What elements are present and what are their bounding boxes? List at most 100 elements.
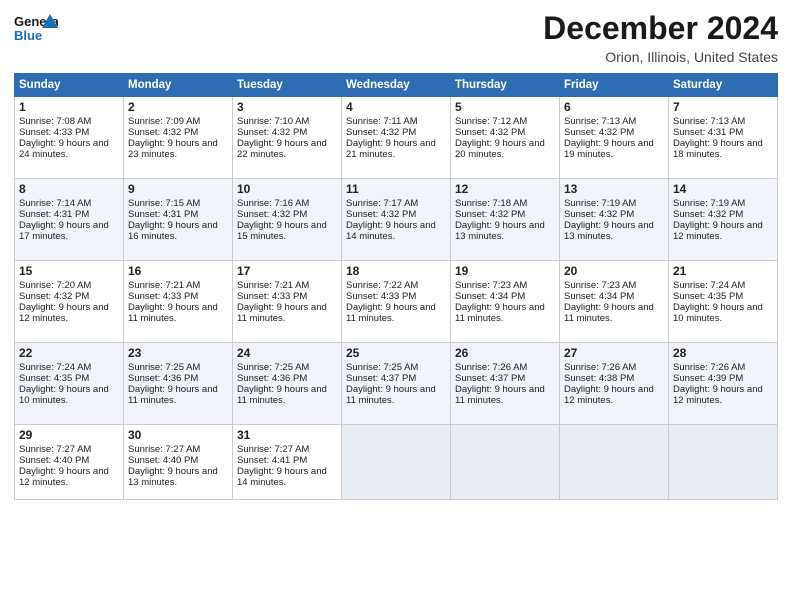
sunset-text: Sunset: 4:32 PM: [128, 127, 198, 138]
calendar-cell: 26Sunrise: 7:26 AMSunset: 4:37 PMDayligh…: [451, 343, 560, 425]
day-header-friday: Friday: [560, 74, 669, 97]
daylight-text: Daylight: 9 hours and 14 minutes.: [237, 466, 327, 488]
sunrise-text: Sunrise: 7:08 AM: [19, 116, 91, 127]
calendar-cell: 15 Sunrise: 7:20 AMSunset: 4:32 PMDayligh…: [15, 261, 124, 343]
calendar-cell: 11Sunrise: 7:17 AMSunset: 4:32 PMDayligh…: [342, 179, 451, 261]
day-number: 18: [346, 264, 446, 278]
days-header-row: SundayMondayTuesdayWednesdayThursdayFrid…: [15, 74, 778, 97]
sunset-text: Sunset: 4:33 PM: [19, 127, 89, 138]
day-number: 24: [237, 346, 337, 360]
day-number: 19: [455, 264, 555, 278]
sunset-text: Sunset: 4:33 PM: [237, 291, 307, 302]
month-title: December 2024: [543, 10, 778, 47]
sunrise-text: Sunrise: 7:25 AM: [346, 362, 418, 373]
day-number: 12: [455, 182, 555, 196]
sunrise-text: Sunrise: 7:19 AM: [564, 198, 636, 209]
sunrise-text: Sunrise: 7:15 AM: [128, 198, 200, 209]
week-row-4: 22Sunrise: 7:24 AMSunset: 4:35 PMDayligh…: [15, 343, 778, 425]
day-header-wednesday: Wednesday: [342, 74, 451, 97]
calendar-cell: 10Sunrise: 7:16 AMSunset: 4:32 PMDayligh…: [233, 179, 342, 261]
daylight-text: Daylight: 9 hours and 11 minutes.: [346, 302, 436, 324]
daylight-text: Daylight: 9 hours and 11 minutes.: [237, 384, 327, 406]
day-number: 7: [673, 100, 773, 114]
day-number: 3: [237, 100, 337, 114]
daylight-text: Daylight: 9 hours and 12 minutes.: [673, 220, 763, 242]
sunset-text: Sunset: 4:37 PM: [346, 373, 416, 384]
location: Orion, Illinois, United States: [543, 49, 778, 65]
daylight-text: Daylight: 9 hours and 11 minutes.: [455, 302, 545, 324]
day-number: 6: [564, 100, 664, 114]
sunrise-text: Sunrise: 7:26 AM: [673, 362, 745, 373]
sunrise-text: Sunrise: 7:11 AM: [346, 116, 418, 127]
sunrise-text: Sunrise: 7:22 AM: [346, 280, 418, 291]
day-header-tuesday: Tuesday: [233, 74, 342, 97]
day-header-monday: Monday: [124, 74, 233, 97]
week-row-3: 15Sunrise: 7:20 AMSunset: 4:32 PMDayligh…: [15, 261, 778, 343]
sunset-text: Sunset: 4:35 PM: [19, 373, 89, 384]
day-number: 10: [237, 182, 337, 196]
sunset-text: Sunset: 4:31 PM: [19, 209, 89, 220]
daylight-text: Daylight: 9 hours and 11 minutes.: [237, 302, 327, 324]
sunset-text: Sunset: 4:41 PM: [237, 455, 307, 466]
calendar-cell: 1Sunrise: 7:08 AMSunset: 4:33 PMDaylight…: [15, 97, 124, 179]
sunrise-text: Sunrise: 7:27 AM: [128, 444, 200, 455]
day-number: 25: [346, 346, 446, 360]
sunrise-text: Sunrise: 7:23 AM: [455, 280, 527, 291]
day-number: 31: [237, 428, 337, 442]
sunrise-text: Sunrise: 7:24 AM: [673, 280, 745, 291]
day-number: 8: [19, 182, 119, 196]
sunset-text: Sunset: 4:36 PM: [128, 373, 198, 384]
daylight-text: Daylight: 9 hours and 12 minutes.: [19, 466, 109, 488]
sunset-text: Sunset: 4:32 PM: [564, 209, 634, 220]
sunrise-text: Sunrise: 7:18 AM: [455, 198, 527, 209]
daylight-text: Daylight: 9 hours and 20 minutes.: [455, 138, 545, 160]
title-block: December 2024 Orion, Illinois, United St…: [543, 10, 778, 65]
sunrise-text: Sunrise: 7:16 AM: [237, 198, 309, 209]
calendar-cell: 23Sunrise: 7:25 AMSunset: 4:36 PMDayligh…: [124, 343, 233, 425]
calendar-cell: 8Sunrise: 7:14 AMSunset: 4:31 PMDaylight…: [15, 179, 124, 261]
daylight-text: Daylight: 9 hours and 13 minutes.: [455, 220, 545, 242]
daylight-text: Daylight: 9 hours and 11 minutes.: [564, 302, 654, 324]
calendar-cell: 14Sunrise: 7:19 AMSunset: 4:32 PMDayligh…: [669, 179, 778, 261]
daylight-text: Daylight: 9 hours and 24 minutes.: [19, 138, 109, 160]
day-number: 26: [455, 346, 555, 360]
sunset-text: Sunset: 4:32 PM: [237, 209, 307, 220]
sunset-text: Sunset: 4:31 PM: [673, 127, 743, 138]
daylight-text: Daylight: 9 hours and 16 minutes.: [128, 220, 218, 242]
calendar-cell: 29Sunrise: 7:27 AMSunset: 4:40 PMDayligh…: [15, 425, 124, 500]
calendar-cell: 6Sunrise: 7:13 AMSunset: 4:32 PMDaylight…: [560, 97, 669, 179]
calendar-cell: [342, 425, 451, 500]
sunset-text: Sunset: 4:32 PM: [19, 291, 89, 302]
calendar-cell: [560, 425, 669, 500]
sunrise-text: Sunrise: 7:25 AM: [128, 362, 200, 373]
calendar-cell: 5Sunrise: 7:12 AMSunset: 4:32 PMDaylight…: [451, 97, 560, 179]
calendar-cell: 9Sunrise: 7:15 AMSunset: 4:31 PMDaylight…: [124, 179, 233, 261]
week-row-2: 8Sunrise: 7:14 AMSunset: 4:31 PMDaylight…: [15, 179, 778, 261]
calendar-cell: 3Sunrise: 7:10 AMSunset: 4:32 PMDaylight…: [233, 97, 342, 179]
calendar-cell: 12Sunrise: 7:18 AMSunset: 4:32 PMDayligh…: [451, 179, 560, 261]
week-row-5: 29Sunrise: 7:27 AMSunset: 4:40 PMDayligh…: [15, 425, 778, 500]
calendar-cell: 19 Sunrise: 7:23 AMSunset: 4:34 PMDayligh…: [451, 261, 560, 343]
calendar-cell: 16Sunrise: 7:21 AMSunset: 4:33 PMDayligh…: [124, 261, 233, 343]
sunrise-text: Sunrise: 7:13 AM: [673, 116, 745, 127]
sunset-text: Sunset: 4:33 PM: [346, 291, 416, 302]
day-number: 9: [128, 182, 228, 196]
sunrise-text: Sunrise: 7:20 AM: [19, 280, 91, 291]
calendar-cell: 7Sunrise: 7:13 AMSunset: 4:31 PMDaylight…: [669, 97, 778, 179]
sunset-text: Sunset: 4:34 PM: [455, 291, 525, 302]
daylight-text: Daylight: 9 hours and 11 minutes.: [128, 384, 218, 406]
day-number: 4: [346, 100, 446, 114]
calendar-cell: 22Sunrise: 7:24 AMSunset: 4:35 PMDayligh…: [15, 343, 124, 425]
sunset-text: Sunset: 4:33 PM: [128, 291, 198, 302]
sunset-text: Sunset: 4:39 PM: [673, 373, 743, 384]
sunrise-text: Sunrise: 7:10 AM: [237, 116, 309, 127]
sunrise-text: Sunrise: 7:26 AM: [455, 362, 527, 373]
day-number: 15: [19, 264, 119, 278]
sunrise-text: Sunrise: 7:09 AM: [128, 116, 200, 127]
daylight-text: Daylight: 9 hours and 12 minutes.: [19, 302, 109, 324]
calendar-cell: 25Sunrise: 7:25 AMSunset: 4:37 PMDayligh…: [342, 343, 451, 425]
sunset-text: Sunset: 4:40 PM: [19, 455, 89, 466]
calendar-cell: [669, 425, 778, 500]
calendar-cell: 18 Sunrise: 7:22 AMSunset: 4:33 PMDayligh…: [342, 261, 451, 343]
day-header-sunday: Sunday: [15, 74, 124, 97]
